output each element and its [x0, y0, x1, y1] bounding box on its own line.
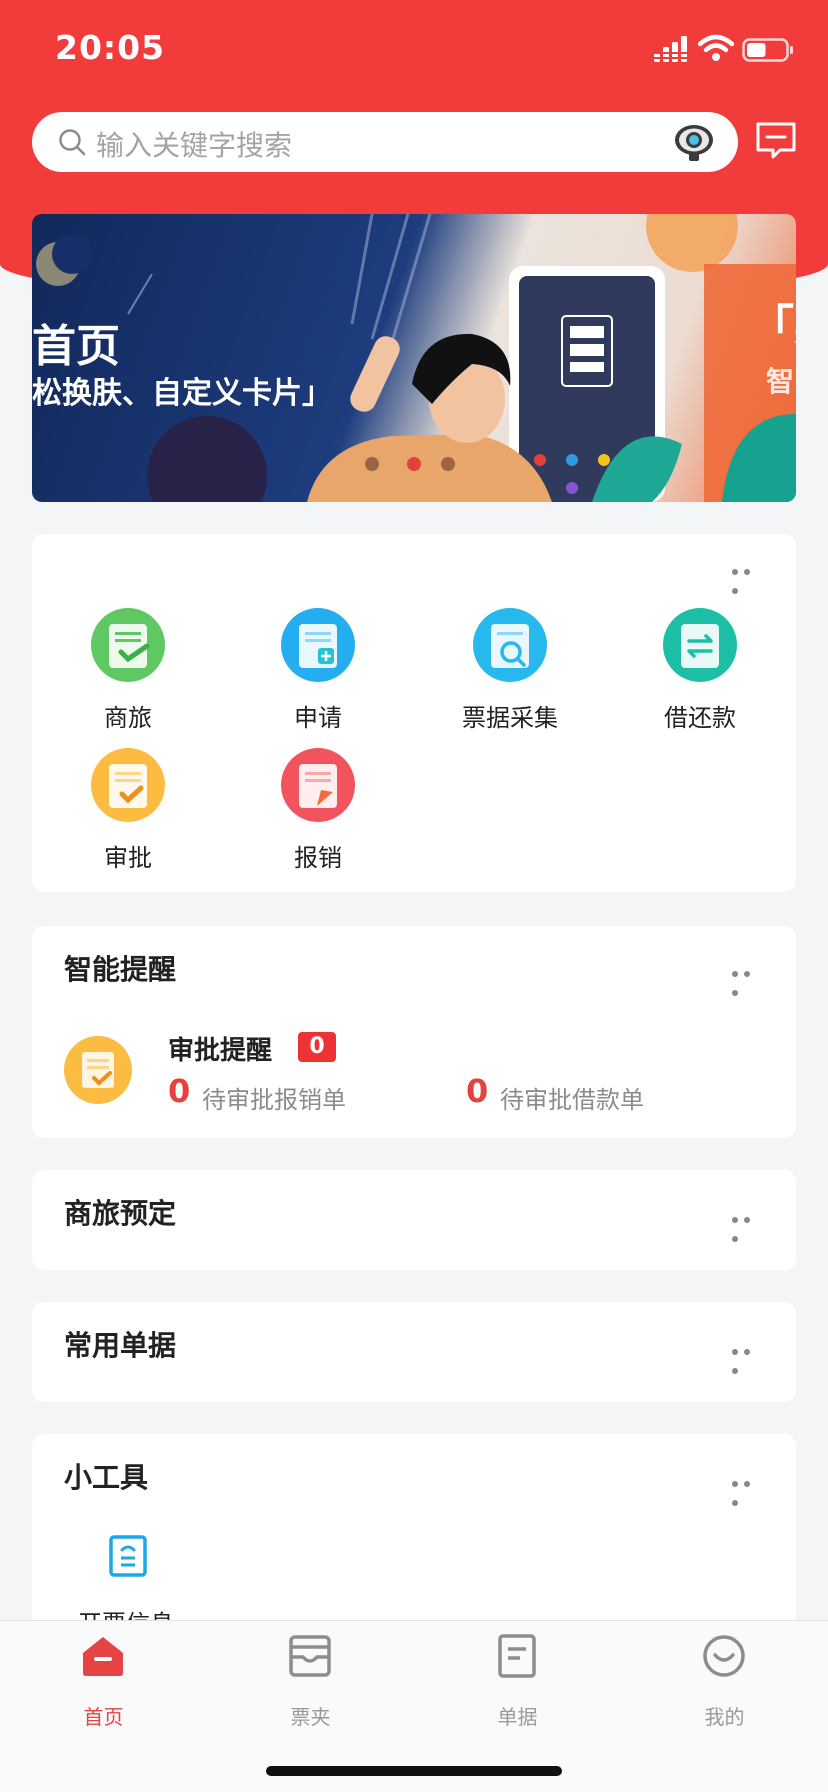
approval-reminder-icon: [64, 1036, 132, 1104]
cellular-signal-icon: [654, 36, 687, 62]
tab-label: 单据: [497, 1705, 538, 1729]
tab-profile[interactable]: 我的: [621, 1621, 828, 1731]
smart-reminder-more-button[interactable]: [732, 962, 764, 996]
search-icon: [59, 129, 86, 156]
scan-camera-icon[interactable]: [672, 120, 716, 164]
apps-more-button[interactable]: [732, 560, 764, 594]
app-label: 审批: [104, 844, 152, 872]
search-input[interactable]: 输入关键字搜索: [96, 124, 292, 164]
app-business-travel[interactable]: 商旅: [48, 608, 208, 738]
app-invoice-collect[interactable]: 票据采集: [430, 608, 590, 738]
smart-reminder-title: 智能提醒: [64, 953, 177, 986]
document-icon: [498, 1634, 536, 1678]
travel-booking-title: 商旅预定: [64, 1197, 177, 1230]
pending-reimburse-count[interactable]: 0: [168, 1072, 190, 1110]
tools-title: 小工具: [64, 1461, 149, 1494]
loan-repay-icon: [663, 608, 737, 682]
travel-booking-more-button[interactable]: [732, 1208, 764, 1242]
message-icon[interactable]: [753, 118, 799, 164]
app-label: 借还款: [664, 704, 736, 732]
search-bar[interactable]: 输入关键字搜索: [32, 112, 738, 172]
app-loan-repay[interactable]: 借还款: [620, 608, 780, 738]
apps-card: 商旅 申请 票据采集 借还款 审批 报销: [32, 534, 796, 892]
home-indicator: [266, 1766, 562, 1776]
common-docs-title: 常用单据: [64, 1329, 177, 1362]
invoice-collect-icon: [473, 608, 547, 682]
banner-subtitle: 松换肤、自定义卡片」: [32, 376, 332, 411]
wifi-icon: [698, 34, 734, 61]
approval-reminder-badge: 0: [298, 1032, 336, 1062]
status-bar: 20:05: [0, 0, 828, 100]
reimburse-icon: [281, 748, 355, 822]
tab-label: 首页: [83, 1705, 124, 1729]
ticket-folder-icon: [289, 1635, 331, 1677]
tab-label: 票夹: [290, 1705, 331, 1729]
banner-right-title: 「票: [750, 301, 796, 352]
tab-label: 我的: [704, 1705, 745, 1729]
status-time: 20:05: [55, 28, 166, 67]
tools-more-button[interactable]: [732, 1472, 764, 1506]
profile-icon: [703, 1635, 745, 1677]
home-icon: [83, 1637, 123, 1676]
pending-reimburse-label[interactable]: 待审批报销单: [202, 1080, 346, 1115]
tab-documents[interactable]: 单据: [414, 1621, 621, 1731]
app-approval[interactable]: 审批: [48, 748, 208, 878]
banner-title: 首页: [32, 321, 120, 372]
promo-banner[interactable]: 首页 松换肤、自定义卡片」 「票 智: [32, 214, 796, 502]
app-application[interactable]: 申请: [238, 608, 398, 738]
application-icon: [281, 608, 355, 682]
app-label: 商旅: [104, 704, 152, 732]
common-docs-card: 常用单据: [32, 1302, 796, 1402]
pending-loan-label[interactable]: 待审批借款单: [500, 1080, 644, 1115]
pending-loan-count[interactable]: 0: [466, 1072, 488, 1110]
tab-ticket-folder[interactable]: 票夹: [207, 1621, 414, 1731]
battery-icon: [742, 38, 793, 62]
app-label: 申请: [294, 704, 342, 732]
approval-icon: [91, 748, 165, 822]
app-label: 票据采集: [462, 704, 558, 732]
banner-right-subtitle: 智: [766, 365, 795, 398]
smart-reminder-card: 智能提醒 审批提醒 0 0 待审批报销单 0 待审批借款单: [32, 926, 796, 1138]
app-label: 报销: [294, 844, 342, 872]
common-docs-more-button[interactable]: [732, 1340, 764, 1374]
travel-booking-card: 商旅预定: [32, 1170, 796, 1270]
tab-home[interactable]: 首页: [0, 1621, 207, 1731]
invoice-info-icon[interactable]: [108, 1534, 148, 1578]
banner-illustration: [36, 214, 796, 502]
app-reimburse[interactable]: 报销: [238, 748, 398, 878]
business-travel-icon: [91, 608, 165, 682]
approval-reminder-title[interactable]: 审批提醒: [168, 1030, 272, 1067]
